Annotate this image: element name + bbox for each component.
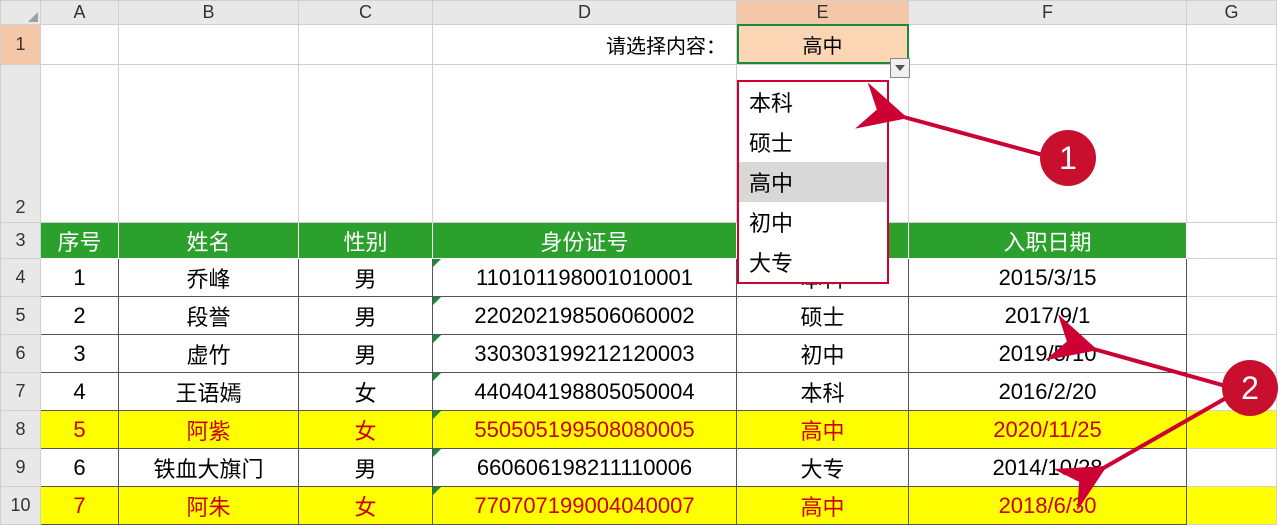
annotation-badge-1: 1 [1040, 130, 1096, 186]
col-header-g[interactable]: G [1187, 1, 1277, 25]
cell-e1-value: 高中 [803, 36, 843, 58]
cell-d2[interactable] [433, 65, 737, 223]
cell-sex[interactable]: 男 [299, 259, 433, 297]
annotation-arrow-1 [886, 100, 1066, 170]
cell-edu[interactable]: 大专 [737, 449, 909, 487]
table-row[interactable]: 41乔峰男110101198001010001本科2015/3/15 [1, 259, 1277, 297]
table-row[interactable]: 52段誉男220202198506060002硕士2017/9/1 [1, 297, 1277, 335]
chevron-down-icon [895, 65, 905, 71]
dropdown-option[interactable]: 高中 [739, 162, 887, 202]
th-no[interactable]: 序号 [41, 223, 119, 259]
cell-id[interactable]: 110101198001010001 [433, 259, 737, 297]
dropdown-option[interactable]: 硕士 [739, 122, 887, 162]
col-header-e[interactable]: E [737, 1, 909, 25]
cell-date[interactable]: 2017/9/1 [909, 297, 1187, 335]
cell-g[interactable] [1187, 297, 1277, 335]
col-header-a[interactable]: A [41, 1, 119, 25]
cell-edu[interactable]: 本科 [737, 373, 909, 411]
cell-c2[interactable] [299, 65, 433, 223]
row-header-5[interactable]: 5 [1, 297, 41, 335]
cell-d1-label[interactable]: 请选择内容： [433, 25, 737, 65]
cell-name[interactable]: 虚竹 [119, 335, 299, 373]
col-header-d[interactable]: D [433, 1, 737, 25]
th-date[interactable]: 入职日期 [909, 223, 1187, 259]
cell-edu[interactable]: 高中 [737, 411, 909, 449]
row-header-2[interactable]: 2 [1, 65, 41, 223]
cell-no[interactable]: 6 [41, 449, 119, 487]
cell-no[interactable]: 2 [41, 297, 119, 335]
cell-name[interactable]: 阿朱 [119, 487, 299, 525]
dropdown-option[interactable]: 初中 [739, 202, 887, 242]
cell-edu[interactable]: 初中 [737, 335, 909, 373]
cell-edu[interactable]: 硕士 [737, 297, 909, 335]
col-header-f[interactable]: F [909, 1, 1187, 25]
row-header-8[interactable]: 8 [1, 411, 41, 449]
cell-no[interactable]: 7 [41, 487, 119, 525]
cell-name[interactable]: 段誉 [119, 297, 299, 335]
cell-id[interactable]: 220202198506060002 [433, 297, 737, 335]
cell-sex[interactable]: 男 [299, 335, 433, 373]
cell-name[interactable]: 阿紫 [119, 411, 299, 449]
cell-sex[interactable]: 女 [299, 411, 433, 449]
cell-name[interactable]: 乔峰 [119, 259, 299, 297]
annotation-badge-2: 2 [1222, 360, 1278, 416]
cell-id[interactable]: 330303199212120003 [433, 335, 737, 373]
cell-a1[interactable] [41, 25, 119, 65]
row-header-10[interactable]: 10 [1, 487, 41, 525]
dropdown-option[interactable]: 本科 [739, 82, 887, 122]
cell-edu[interactable]: 高中 [737, 487, 909, 525]
dropdown-option[interactable]: 大专 [739, 242, 887, 282]
cell-g[interactable] [1187, 259, 1277, 297]
cell-g3[interactable] [1187, 223, 1277, 259]
cell-no[interactable]: 5 [41, 411, 119, 449]
cell-date[interactable]: 2015/3/15 [909, 259, 1187, 297]
cell-id[interactable]: 660606198211110006 [433, 449, 737, 487]
table-row[interactable]: 107阿朱女770707199004040007高中2018/6/30 [1, 487, 1277, 525]
select-all-corner[interactable] [1, 1, 41, 25]
row-header-4[interactable]: 4 [1, 259, 41, 297]
cell-no[interactable]: 3 [41, 335, 119, 373]
cell-b1[interactable] [119, 25, 299, 65]
cell-f1[interactable] [909, 25, 1187, 65]
row-header-7[interactable]: 7 [1, 373, 41, 411]
row-header-1[interactable]: 1 [1, 25, 41, 65]
row-header-9[interactable]: 9 [1, 449, 41, 487]
cell-e1-dropdown[interactable]: 高中 [737, 25, 909, 65]
cell-g2[interactable] [1187, 65, 1277, 223]
cell-c1[interactable] [299, 25, 433, 65]
col-header-c[interactable]: C [299, 1, 433, 25]
cell-g1[interactable] [1187, 25, 1277, 65]
cell-date[interactable]: 2018/6/30 [909, 487, 1187, 525]
th-sex[interactable]: 性别 [299, 223, 433, 259]
row-header-6[interactable]: 6 [1, 335, 41, 373]
cell-id[interactable]: 550505199508080005 [433, 411, 737, 449]
cell-no[interactable]: 1 [41, 259, 119, 297]
th-name[interactable]: 姓名 [119, 223, 299, 259]
cell-b2[interactable] [119, 65, 299, 223]
cell-a2[interactable] [41, 65, 119, 223]
cell-g[interactable] [1187, 487, 1277, 525]
th-id[interactable]: 身份证号 [433, 223, 737, 259]
cell-sex[interactable]: 女 [299, 487, 433, 525]
dropdown-list[interactable]: 本科硕士高中初中大专 [737, 80, 889, 284]
cell-name[interactable]: 王语嫣 [119, 373, 299, 411]
cell-name[interactable]: 铁血大旗门 [119, 449, 299, 487]
col-header-b[interactable]: B [119, 1, 299, 25]
row-header-3[interactable]: 3 [1, 223, 41, 259]
cell-sex[interactable]: 男 [299, 449, 433, 487]
dropdown-toggle[interactable] [890, 58, 910, 78]
cell-sex[interactable]: 女 [299, 373, 433, 411]
cell-id[interactable]: 440404198805050004 [433, 373, 737, 411]
cell-id[interactable]: 770707199004040007 [433, 487, 737, 525]
cell-no[interactable]: 4 [41, 373, 119, 411]
cell-sex[interactable]: 男 [299, 297, 433, 335]
